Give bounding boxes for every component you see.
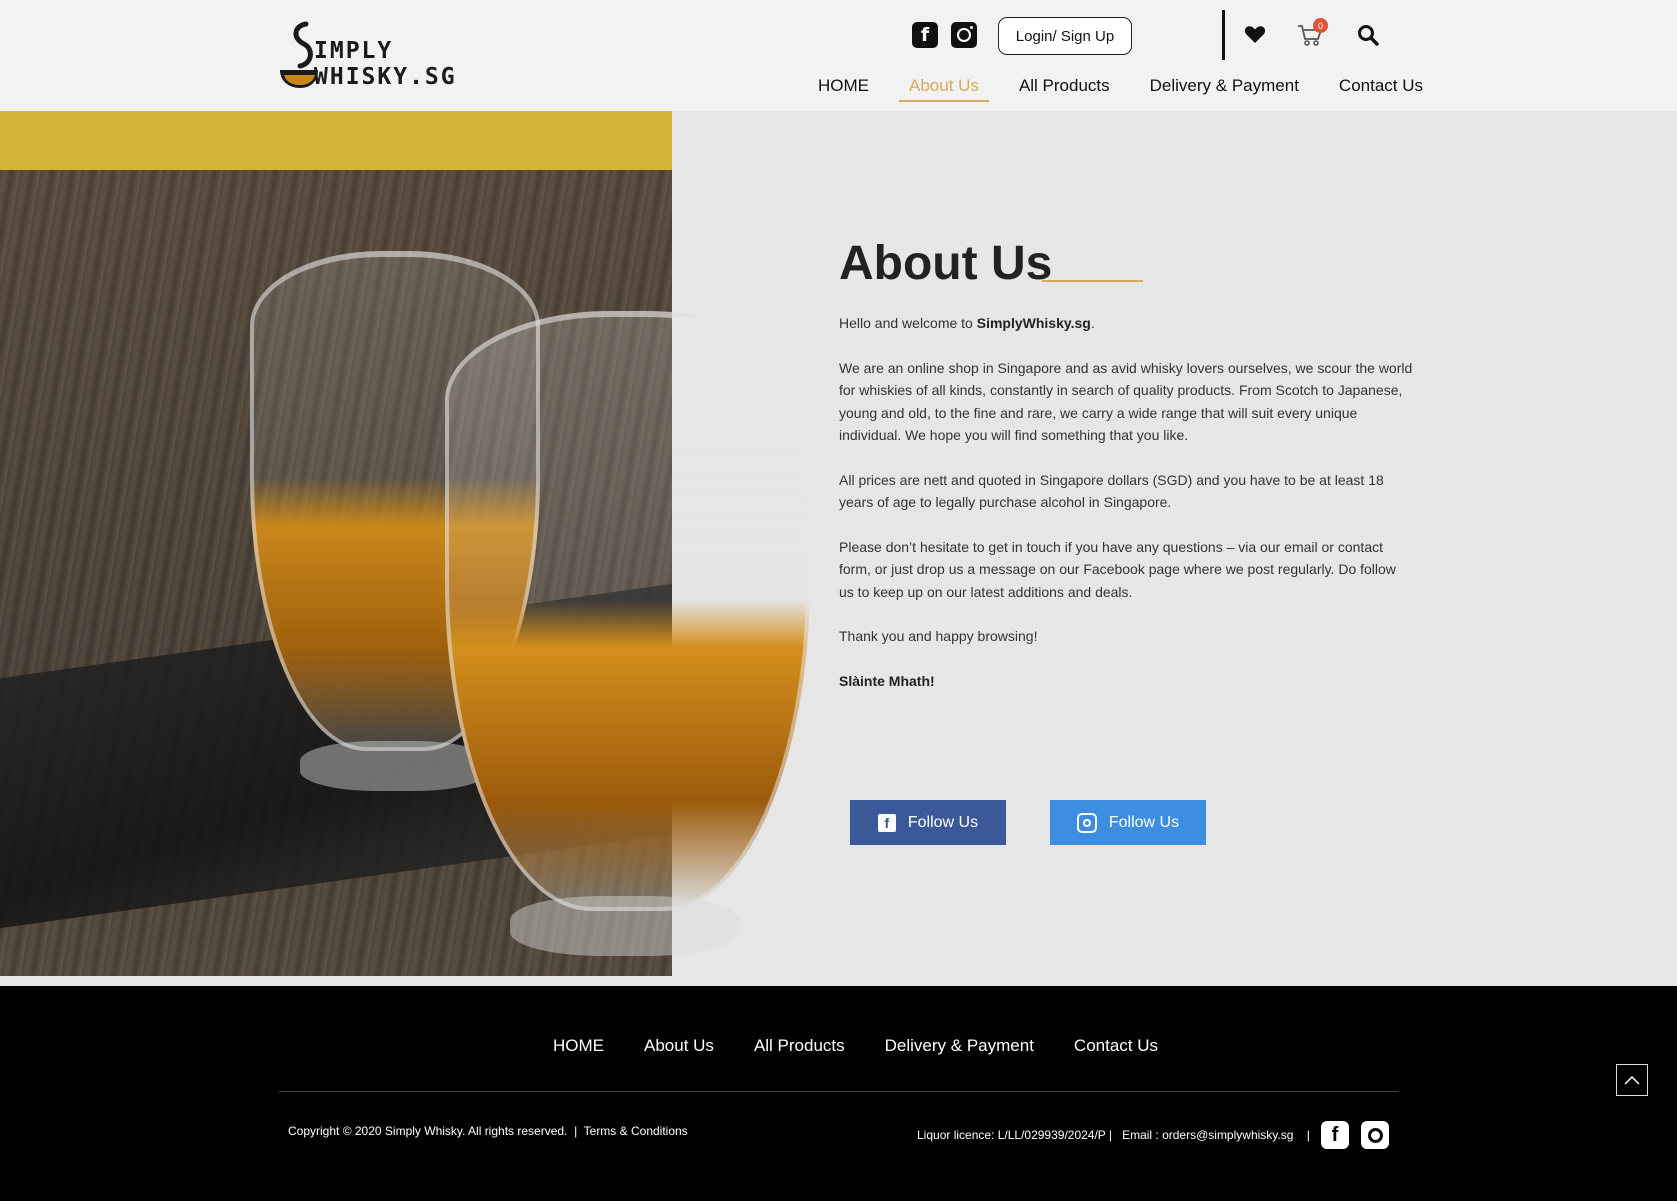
login-signup-button[interactable]: Login/ Sign Up (998, 17, 1132, 55)
paragraph-1: We are an online shop in Singapore and a… (839, 359, 1413, 444)
logo-line-2: WHISKY.SG (314, 64, 457, 90)
footer-nav-delivery-payment[interactable]: Delivery & Payment (885, 1036, 1034, 1056)
signoff: Slàinte Mhath! (839, 672, 935, 689)
footer-email-link[interactable]: orders@simplywhisky.sg (1162, 1128, 1293, 1142)
paragraph-2: All prices are nett and quoted in Singap… (839, 471, 1384, 511)
footer-nav-all-products[interactable]: All Products (754, 1036, 845, 1056)
footer-nav: HOME About Us All Products Delivery & Pa… (553, 1036, 1198, 1056)
copyright-line: Copyright © 2020 Simply Whisky. All righ… (288, 1124, 688, 1138)
footer-divider (279, 1091, 1399, 1092)
nav-about-us[interactable]: About Us (899, 72, 989, 102)
scroll-top-button[interactable] (1616, 1064, 1648, 1096)
footer-nav-contact-us[interactable]: Contact Us (1074, 1036, 1158, 1056)
hero-color-band (0, 111, 672, 170)
nav-delivery-payment[interactable]: Delivery & Payment (1140, 72, 1309, 102)
brand-name: SimplyWhisky.sg (976, 315, 1091, 331)
follow-instagram-button[interactable]: Follow Us (1050, 800, 1206, 845)
footer-social: f (1321, 1121, 1389, 1149)
instagram-icon[interactable] (1361, 1121, 1389, 1149)
nav-all-products[interactable]: All Products (1009, 72, 1120, 102)
liquor-licence: Liquor licence: L/LL/029939/2024/P | (917, 1128, 1113, 1142)
site-logo[interactable]: IMPLY WHISKY.SG (276, 20, 455, 90)
cart-count-badge: 0 (1313, 18, 1328, 33)
instagram-icon (1076, 812, 1097, 833)
whisky-glasses-image (0, 111, 810, 976)
logo-text: IMPLY WHISKY.SG (314, 38, 457, 90)
footer-nav-about-us[interactable]: About Us (644, 1036, 714, 1056)
chevron-up-icon (1624, 1075, 1640, 1085)
paragraph-3: Please don’t hesitate to get in touch if… (839, 538, 1396, 600)
site-footer: HOME About Us All Products Delivery & Pa… (0, 986, 1677, 1201)
logo-line-1: IMPLY (314, 38, 394, 64)
main-nav: HOME About Us All Products Delivery & Pa… (808, 72, 1453, 102)
facebook-icon[interactable]: f (912, 22, 938, 48)
paragraph-4: Thank you and happy browsing! (839, 628, 1038, 644)
facebook-icon[interactable]: f (1321, 1121, 1349, 1149)
search-icon[interactable] (1357, 24, 1379, 46)
header-social: f (912, 22, 977, 48)
nav-home[interactable]: HOME (808, 72, 879, 102)
nav-contact-us[interactable]: Contact Us (1329, 72, 1433, 102)
instagram-icon[interactable] (951, 22, 977, 48)
footer-nav-home[interactable]: HOME (553, 1036, 604, 1056)
whisky-glass-front (445, 311, 810, 911)
header-divider (1222, 10, 1225, 60)
site-header: IMPLY WHISKY.SG f Login/ Sign Up 0 HOME … (0, 0, 1677, 111)
follow-facebook-button[interactable]: f Follow Us (850, 800, 1006, 845)
page-title: About Us (839, 237, 1053, 290)
terms-link[interactable]: Terms & Conditions (584, 1124, 688, 1138)
intro-paragraph: Hello and welcome to SimplyWhisky.sg. (839, 315, 1095, 331)
facebook-icon: f (877, 813, 896, 832)
about-text: Hello and welcome to SimplyWhisky.sg. We… (839, 312, 1414, 714)
title-underline (1042, 280, 1143, 282)
footer-licence-email: Liquor licence: L/LL/029939/2024/P | Ema… (917, 1128, 1310, 1142)
heart-icon[interactable] (1243, 22, 1267, 46)
